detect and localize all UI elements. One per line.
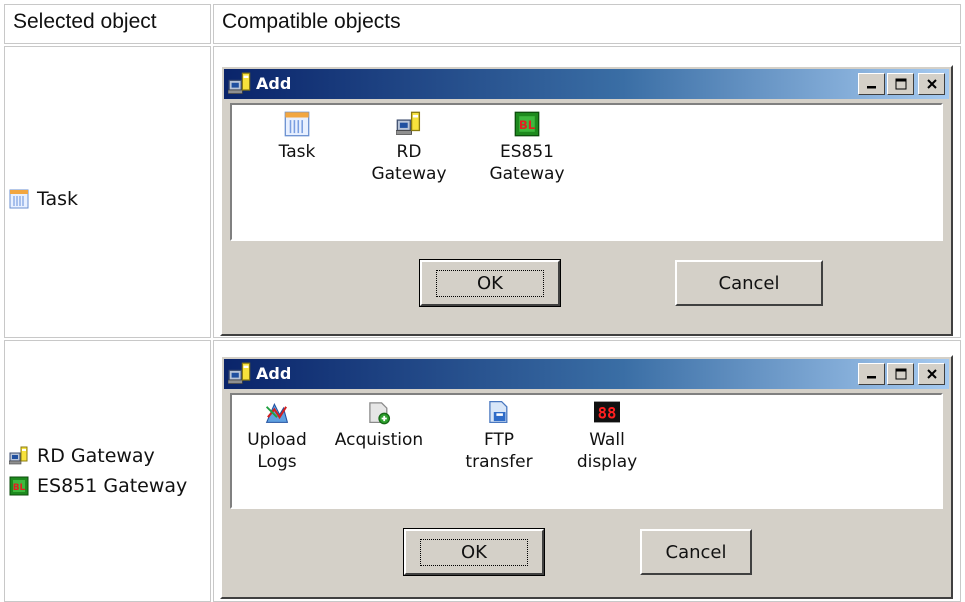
selected-rd-gateway: RD Gateway xyxy=(9,445,155,467)
rd-gateway-icon xyxy=(228,72,252,96)
dialog-title: Add xyxy=(256,74,292,93)
selected-es851-gateway: ES851 Gateway xyxy=(9,475,187,497)
maximize-icon xyxy=(895,368,906,380)
item-label: FTP transfer xyxy=(465,430,533,472)
cancel-button[interactable]: Cancel xyxy=(675,260,823,306)
maximize-button[interactable] xyxy=(887,73,914,95)
item-label: ES851 Gateway xyxy=(489,142,565,184)
list-item-wall-display[interactable]: Wall display xyxy=(562,399,652,473)
ok-button[interactable]: OK xyxy=(403,528,545,576)
close-button[interactable] xyxy=(918,73,945,95)
close-icon xyxy=(926,369,937,379)
item-label: Upload Logs xyxy=(247,430,307,472)
minimize-button[interactable] xyxy=(858,363,885,385)
list-item-es851-gateway[interactable]: ES851 Gateway xyxy=(482,111,572,185)
selected-label: RD Gateway xyxy=(37,445,155,467)
maximize-button[interactable] xyxy=(887,363,914,385)
dialog-titlebar[interactable]: Add xyxy=(224,69,949,99)
cancel-label: Cancel xyxy=(718,272,780,294)
acquisition-icon xyxy=(366,399,392,425)
add-dialog: Add Task RD Gateway ES851 Gateway OK Can… xyxy=(220,65,953,336)
rd-gateway-icon xyxy=(228,362,252,386)
item-label: Wall display xyxy=(576,430,638,472)
rd-gateway-icon xyxy=(396,111,422,137)
task-icon xyxy=(9,189,29,209)
minimize-icon xyxy=(866,86,876,89)
header-selected-object: Selected object xyxy=(4,4,211,44)
selected-cell-row2: RD Gateway ES851 Gateway xyxy=(4,340,211,602)
object-list: Upload Logs Acquistion FTP transfer Wall… xyxy=(230,393,943,509)
selected-cell-row1: Task xyxy=(4,46,211,338)
list-item-task[interactable]: Task xyxy=(252,111,342,163)
compatible-cell-row2: Add Upload Logs Acquistion FTP transfer … xyxy=(213,340,961,602)
ok-label: OK xyxy=(420,538,528,566)
es851-gateway-icon xyxy=(9,476,29,496)
close-button[interactable] xyxy=(918,363,945,385)
ftp-transfer-icon xyxy=(486,399,512,425)
rd-gateway-icon xyxy=(9,446,29,466)
object-list: Task RD Gateway ES851 Gateway xyxy=(230,103,943,241)
list-item-upload-logs[interactable]: Upload Logs xyxy=(232,399,322,473)
selected-label: ES851 Gateway xyxy=(37,475,188,497)
selected-task: Task xyxy=(9,188,78,210)
wall-display-icon xyxy=(594,399,620,425)
dialog-title: Add xyxy=(256,364,292,383)
doc-table: Selected object Compatible objects Task … xyxy=(0,0,965,602)
ok-label: OK xyxy=(436,269,544,297)
dialog-titlebar[interactable]: Add xyxy=(224,359,949,389)
ok-button[interactable]: OK xyxy=(419,259,561,307)
minimize-icon xyxy=(866,376,876,379)
list-item-acquisition[interactable]: Acquistion xyxy=(334,399,424,451)
task-icon xyxy=(284,111,310,137)
upload-logs-icon xyxy=(264,399,290,425)
list-item-rd-gateway[interactable]: RD Gateway xyxy=(364,111,454,185)
item-label: RD Gateway xyxy=(371,142,447,184)
close-icon xyxy=(926,79,937,89)
es851-gateway-icon xyxy=(514,111,540,137)
compatible-cell-row1: Add Task RD Gateway ES851 Gateway OK Can… xyxy=(213,46,961,338)
header-compatible-objects: Compatible objects xyxy=(213,4,961,44)
list-item-ftp-transfer[interactable]: FTP transfer xyxy=(454,399,544,473)
cancel-label: Cancel xyxy=(665,541,727,563)
item-label: Task xyxy=(278,142,316,162)
maximize-icon xyxy=(895,78,906,90)
add-dialog: Add Upload Logs Acquistion FTP transfer … xyxy=(220,355,953,599)
selected-label: Task xyxy=(37,188,79,210)
minimize-button[interactable] xyxy=(858,73,885,95)
item-label: Acquistion xyxy=(334,430,424,450)
cancel-button[interactable]: Cancel xyxy=(640,529,752,575)
